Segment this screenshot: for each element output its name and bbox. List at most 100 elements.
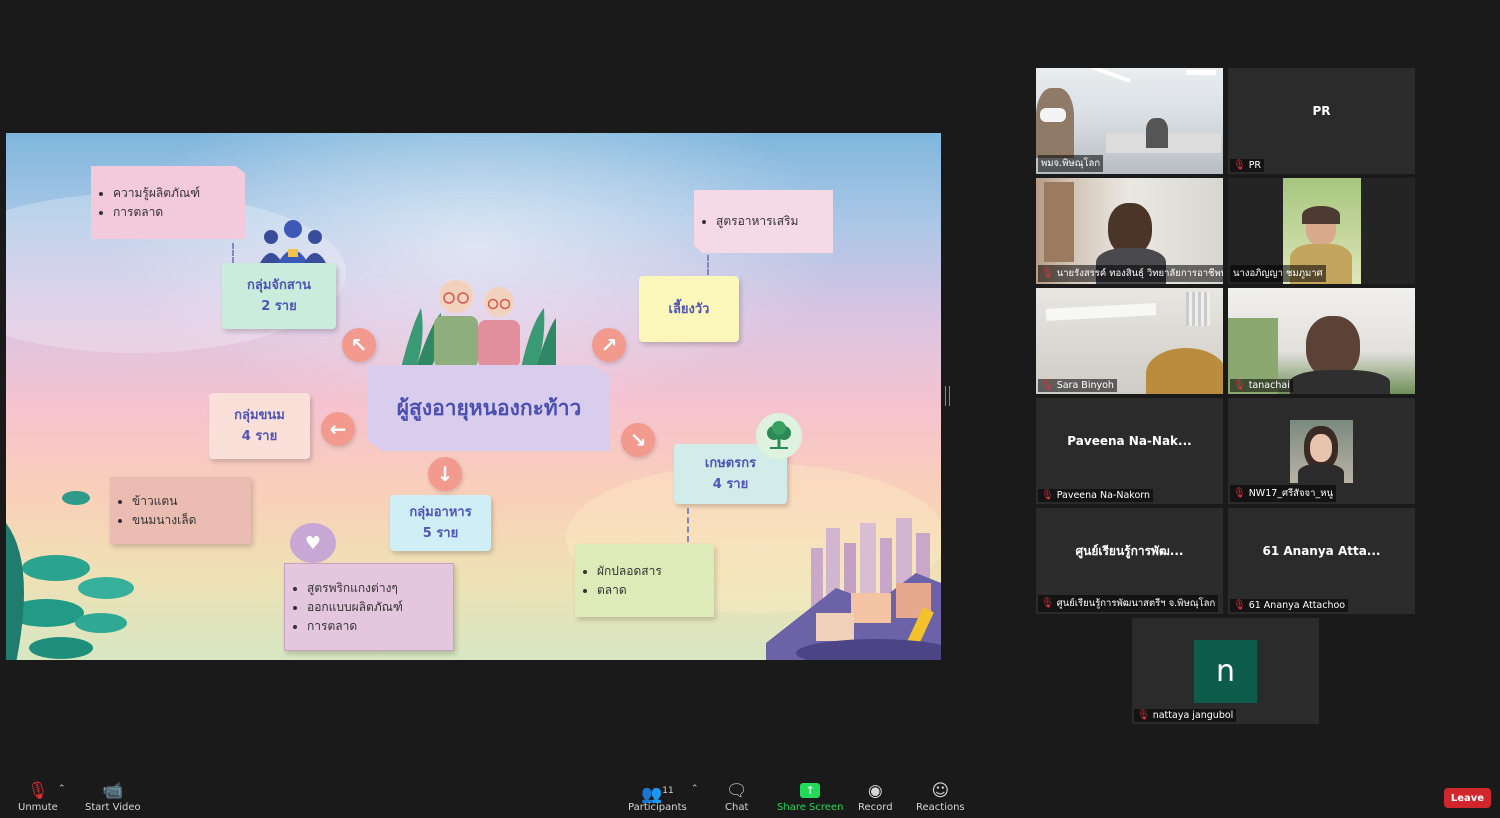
- participant-name-tag: 🎙 นายรังสรรค์ ทองสินธุ์ วิทยาลัยการอาชีพ…: [1038, 265, 1223, 282]
- leave-button[interactable]: Leave: [1444, 788, 1491, 808]
- participant-tile[interactable]: 🎙 นายรังสรรค์ ทองสินธุ์ วิทยาลัยการอาชีพ…: [1036, 178, 1223, 284]
- note-dessert: ข้าวแตน ขนมนางเล็ด: [110, 477, 251, 544]
- group-food-name: กลุ่มอาหาร: [409, 505, 472, 520]
- mic-off-icon: 🎙: [1041, 380, 1054, 391]
- mic-off-icon: 🎙: [1233, 160, 1246, 171]
- group-weaving-count: 2 ราย: [261, 299, 297, 314]
- record-button[interactable]: ◉ Record: [858, 780, 893, 813]
- chevron-up-icon[interactable]: ⌃: [58, 784, 66, 794]
- note-cattle: สูตรอาหารเสริม: [694, 190, 833, 253]
- group-weaving-name: กลุ่มจักสาน: [246, 278, 312, 293]
- participant-tile[interactable]: พมจ.พิษณุโลก: [1036, 68, 1223, 174]
- share-screen-button[interactable]: ↑ Share Screen: [777, 780, 843, 813]
- group-farmer-count: 4 ราย: [712, 477, 749, 492]
- mic-off-icon: 🎙: [1233, 488, 1246, 499]
- reactions-button[interactable]: ☺ Reactions: [916, 780, 965, 813]
- chevron-up-icon[interactable]: ⌃: [691, 784, 699, 794]
- participant-name-tag: 🎙 Paveena Na-Nakorn: [1038, 489, 1154, 502]
- group-farmer-name: เกษตรกร: [704, 456, 757, 471]
- note-weaving-item: ความรู้ผลิตภัณฑ์: [113, 184, 200, 203]
- participant-name-tag: 🎙 Sara Binyoh: [1038, 379, 1117, 392]
- note-farmer-item: ตลาด: [597, 581, 662, 600]
- participant-display-name: Paveena Na-Nak...: [1067, 434, 1192, 448]
- participant-tile[interactable]: 61 Ananya Atta... 🎙 61 Ananya Attachoo: [1228, 508, 1415, 614]
- participant-display-name: ศูนย์เรียนรู้การพัฒ...: [1075, 543, 1184, 558]
- note-food-item: การตลาด: [307, 617, 403, 636]
- reactions-label: Reactions: [916, 802, 965, 813]
- split-handle[interactable]: [945, 386, 950, 406]
- participants-button[interactable]: 👥11 Participants: [628, 780, 687, 813]
- note-weaving-item: การตลาด: [113, 203, 200, 222]
- arrow-down-icon: ↓: [428, 457, 462, 491]
- participants-label: Participants: [628, 802, 687, 813]
- participants-count: 11: [662, 786, 674, 796]
- note-weaving: ความรู้ผลิตภัณฑ์ การตลาด: [91, 166, 245, 239]
- center-title: ผู้สูงอายุหนองกะท้าว: [396, 395, 582, 420]
- participant-name-tag: 🎙 PR: [1230, 159, 1265, 172]
- participant-tile[interactable]: 🎙 Sara Binyoh: [1036, 288, 1223, 394]
- arrow-down-right-icon: ↘: [621, 423, 655, 457]
- start-video-button[interactable]: 📹 Start Video: [85, 780, 141, 813]
- participant-tile[interactable]: PR 🎙 PR: [1228, 68, 1415, 174]
- participant-tile-active-speaker[interactable]: นางอภิญญา ชมภูมาศ: [1228, 178, 1415, 284]
- share-screen-label: Share Screen: [777, 802, 844, 813]
- mic-off-icon: 🎙: [1137, 710, 1150, 721]
- chat-button[interactable]: 🗨 Chat: [725, 780, 748, 813]
- note-farmer-item: ผักปลอดสาร: [597, 562, 662, 581]
- arrow-left-icon: ←: [321, 412, 355, 446]
- note-food-item: ออกแบบผลิตภัณฑ์: [307, 598, 403, 617]
- helping-hands-icon: ♥: [290, 523, 336, 563]
- chat-icon: 🗨: [725, 781, 748, 801]
- participant-name-tag: พมจ.พิษณุโลก: [1038, 155, 1104, 172]
- shared-screen-slide: ผู้สูงอายุหนองกะท้าว กลุ่มจักสาน 2 ราย ค…: [6, 133, 941, 660]
- group-cattle: เลี้ยงวัว: [639, 276, 739, 342]
- mic-off-icon: 🎙: [27, 781, 49, 801]
- arrow-up-right-icon: ↗: [592, 328, 626, 362]
- participant-display-name: 61 Ananya Atta...: [1262, 544, 1381, 558]
- note-dessert-item: ขนมนางเล็ด: [132, 511, 196, 530]
- tree-icon: [756, 413, 802, 459]
- start-video-label: Start Video: [85, 802, 141, 813]
- connector-dots: [687, 508, 689, 542]
- note-dessert-item: ข้าวแตน: [132, 492, 196, 511]
- participant-name-tag: 🎙 tanachai: [1230, 379, 1293, 392]
- mic-off-icon: 🎙: [1233, 380, 1246, 391]
- participant-tile[interactable]: n 🎙 nattaya jangubol: [1132, 618, 1319, 724]
- participant-name-tag: 🎙 NW17_ศรีสัจจา_หนู: [1230, 485, 1336, 502]
- participant-tile[interactable]: Paveena Na-Nak... 🎙 Paveena Na-Nakorn: [1036, 398, 1223, 504]
- note-farmer: ผักปลอดสาร ตลาด: [575, 544, 714, 617]
- unmute-button[interactable]: 🎙 Unmute: [18, 780, 58, 813]
- group-food: กลุ่มอาหาร 5 ราย: [390, 495, 491, 551]
- participant-tile[interactable]: ศูนย์เรียนรู้การพัฒ... 🎙 ศูนย์เรียนรู้กา…: [1036, 508, 1223, 614]
- group-food-count: 5 ราย: [422, 526, 459, 541]
- connector-dots: [232, 243, 234, 263]
- participant-name-tag: 🎙 nattaya jangubol: [1134, 709, 1237, 722]
- elderly-couple-illustration: [401, 279, 556, 368]
- participant-name-tag: 🎙 ศูนย์เรียนรู้การพัฒนาสตรีฯ จ.พิษณุโลก: [1038, 595, 1219, 612]
- unmute-label: Unmute: [18, 802, 58, 813]
- group-dessert-name: กลุ่มขนม: [234, 408, 285, 423]
- record-icon: ◉: [867, 781, 883, 801]
- note-food-item: สูตรพริกแกงต่างๆ: [307, 579, 403, 598]
- connector-dots: [707, 255, 709, 275]
- center-title-box: ผู้สูงอายุหนองกะท้าว: [368, 365, 610, 451]
- city-illustration: [766, 518, 941, 660]
- mic-off-icon: 🎙: [1041, 598, 1054, 609]
- note-cattle-item: สูตรอาหารเสริม: [716, 212, 798, 231]
- group-dessert: กลุ่มขนม 4 ราย: [209, 393, 310, 459]
- note-food: สูตรพริกแกงต่างๆ ออกแบบผลิตภัณฑ์ การตลาด: [284, 563, 454, 651]
- group-weaving: กลุ่มจักสาน 2 ราย: [222, 263, 336, 329]
- record-label: Record: [858, 802, 893, 813]
- group-dessert-count: 4 ราย: [241, 429, 278, 444]
- video-off-icon: 📹: [102, 781, 124, 801]
- participant-name-tag: 🎙 61 Ananya Attachoo: [1230, 599, 1349, 612]
- meeting-toolbar: 🎙 Unmute ⌃ 📹 Start Video 👥11 Participant…: [0, 770, 1500, 818]
- group-cattle-name: เลี้ยงวัว: [668, 301, 710, 317]
- mic-off-icon: 🎙: [1041, 268, 1054, 279]
- arrow-up-left-icon: ↖: [342, 328, 376, 362]
- participant-display-name: PR: [1312, 104, 1331, 118]
- mic-off-icon: 🎙: [1041, 490, 1054, 501]
- profile-photo: [1290, 420, 1353, 483]
- participant-tile[interactable]: 🎙 tanachai: [1228, 288, 1415, 394]
- participant-tile[interactable]: 🎙 NW17_ศรีสัจจา_หนู: [1228, 398, 1415, 504]
